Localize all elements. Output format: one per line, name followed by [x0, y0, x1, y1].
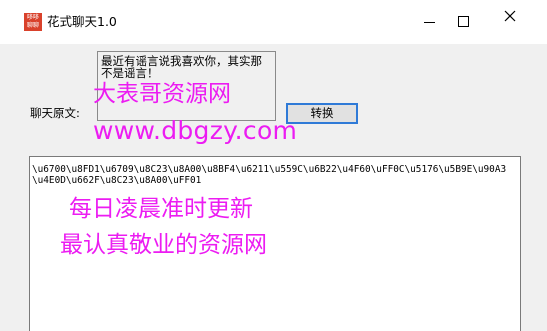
window-title: 花式聊天1.0 [47, 14, 117, 29]
maximize-button[interactable] [441, 0, 487, 44]
watermark-line-1: 大表哥资源网 [93, 81, 231, 107]
minimize-icon [424, 22, 435, 23]
maximize-icon [458, 16, 469, 27]
watermark-line-2: www.dbgzy.com [93, 116, 298, 145]
close-icon [504, 10, 516, 22]
original-text-label: 聊天原文: [30, 106, 80, 120]
app-icon: 哆哆 聊聊 [24, 13, 42, 31]
watermark-line-3: 每日凌晨准时更新 [69, 196, 253, 222]
title-bar: 哆哆 聊聊 花式聊天1.0 [0, 0, 547, 44]
close-button[interactable] [494, 0, 540, 44]
watermark-line-4: 最认真敬业的资源网 [60, 232, 267, 258]
